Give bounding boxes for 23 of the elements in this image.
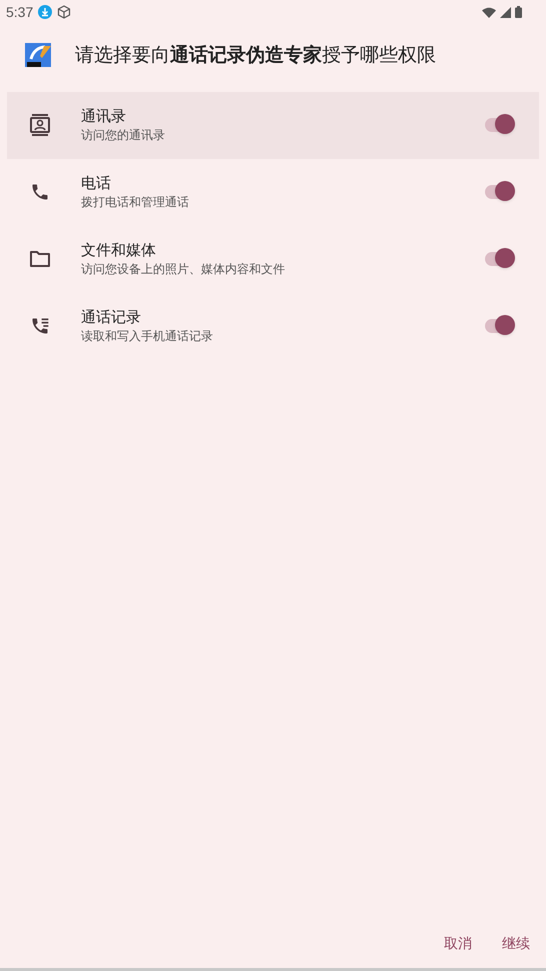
cancel-button[interactable]: 取消 (444, 931, 472, 956)
permission-description: 访问您的通讯录 (81, 126, 166, 144)
battery-icon (515, 6, 522, 18)
contact-card-icon (30, 114, 50, 136)
permission-label: 通话记录 (81, 308, 142, 328)
permission-label: 通讯录 (81, 106, 127, 126)
permission-description: 读取和写入手机通话记录 (81, 328, 214, 344)
dialog-title: 请选择要向通话记录伪造专家授予哪些权限 (75, 44, 436, 68)
app-icon (25, 43, 53, 70)
continue-button[interactable]: 继续 (502, 931, 530, 956)
permission-label: 文件和媒体 (81, 240, 157, 260)
permission-label: 电话 (81, 174, 112, 194)
wifi-icon (482, 6, 496, 18)
permission-description: 拨打电话和管理通话 (81, 194, 190, 210)
phone-list-icon (30, 316, 50, 336)
phone-icon (30, 182, 50, 202)
signal-icon (500, 6, 511, 18)
cube-icon (57, 5, 72, 19)
download-icon (38, 5, 52, 19)
folder-icon (30, 251, 50, 267)
permission-description: 访问您设备上的照片、媒体内容和文件 (81, 260, 286, 278)
status-time: 5:37 (6, 2, 34, 22)
permission-row[interactable]: 通讯录 访问您的通讯录 (7, 92, 539, 158)
